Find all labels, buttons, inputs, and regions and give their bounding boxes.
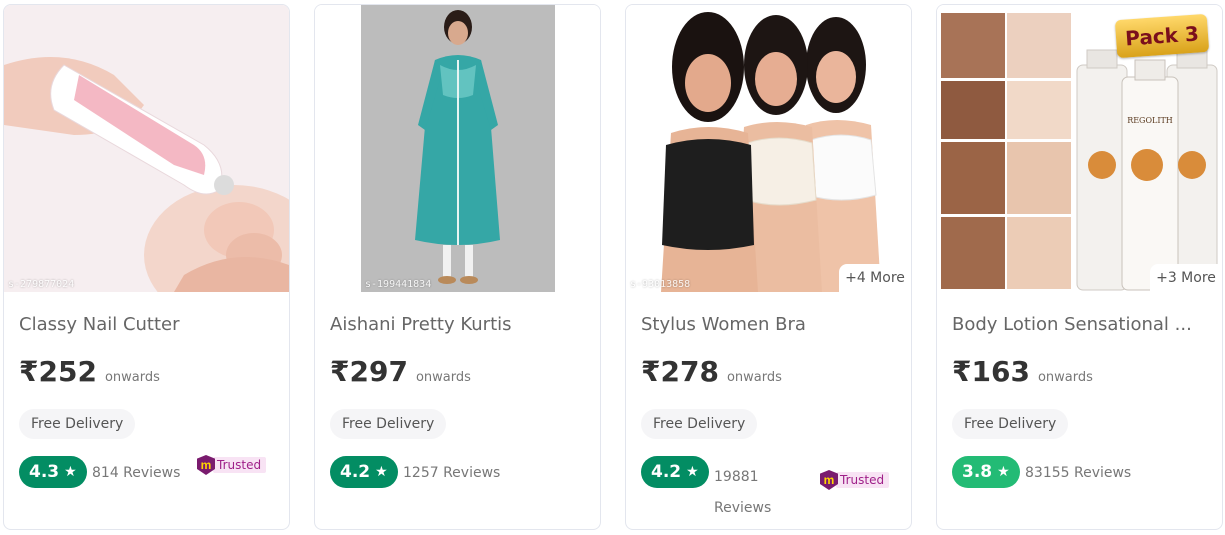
- rating-value: 4.2: [651, 462, 682, 482]
- trusted-label: Trusted: [213, 457, 267, 473]
- price-row: ₹297 onwards: [330, 355, 471, 388]
- price-onwards-label: onwards: [726, 370, 782, 385]
- star-icon: ★: [997, 464, 1010, 480]
- product-image[interactable]: s-93013858 +4 More: [626, 5, 911, 292]
- product-image[interactable]: s-199441834: [315, 5, 600, 292]
- free-delivery-badge: Free Delivery: [641, 409, 758, 439]
- rating-badge: 4.3 ★: [19, 456, 87, 488]
- product-image[interactable]: s-279877024: [4, 5, 289, 292]
- product-card[interactable]: s-93013858 +4 More Stylus Women Bra ₹278…: [625, 4, 912, 530]
- product-image[interactable]: REGOLITH Pack 3 +3 More: [937, 5, 1222, 292]
- product-price: ₹278: [641, 355, 719, 388]
- star-icon: ★: [64, 464, 77, 480]
- product-price: ₹252: [19, 355, 97, 388]
- trusted-badge: m Trusted: [197, 455, 267, 475]
- sku-watermark: s-199441834: [365, 279, 432, 290]
- price-row: ₹163 onwards: [952, 355, 1093, 388]
- free-delivery-badge: Free Delivery: [952, 409, 1069, 439]
- review-count: 1257 Reviews: [403, 465, 501, 481]
- review-count: 814 Reviews: [92, 465, 181, 481]
- free-delivery-badge: Free Delivery: [19, 409, 136, 439]
- more-variants-badge[interactable]: +3 More: [1150, 264, 1222, 292]
- rating-badge: 4.2 ★: [330, 456, 398, 488]
- product-card[interactable]: s-199441834 Aishani Pretty Kurtis ₹297 o…: [314, 4, 601, 530]
- rating-value: 3.8: [962, 462, 993, 482]
- price-onwards-label: onwards: [104, 370, 160, 385]
- product-title[interactable]: Aishani Pretty Kurtis: [330, 314, 590, 335]
- sku-watermark: s-93013858: [630, 279, 691, 290]
- product-title[interactable]: Stylus Women Bra: [641, 314, 901, 335]
- product-title[interactable]: Classy Nail Cutter: [19, 314, 279, 335]
- rating-value: 4.3: [29, 462, 60, 482]
- price-row: ₹252 onwards: [19, 355, 160, 388]
- trusted-label: Trusted: [836, 472, 890, 488]
- bottle-brand-label: REGOLITH: [1127, 116, 1173, 125]
- more-variants-badge[interactable]: +4 More: [839, 264, 911, 292]
- star-icon: ★: [375, 464, 388, 480]
- price-row: ₹278 onwards: [641, 355, 782, 388]
- rating-badge: 3.8 ★: [952, 456, 1020, 488]
- product-card[interactable]: s-279877024 Classy Nail Cutter ₹252 onwa…: [3, 4, 290, 530]
- price-onwards-label: onwards: [415, 370, 471, 385]
- review-count: 83155 Reviews: [1025, 465, 1132, 481]
- product-price: ₹163: [952, 355, 1030, 388]
- sku-watermark: s-279877024: [8, 279, 75, 290]
- review-count: 19881 Reviews: [714, 469, 772, 516]
- star-icon: ★: [686, 464, 699, 480]
- rating-value: 4.2: [340, 462, 371, 482]
- rating-badge: 4.2 ★: [641, 456, 709, 488]
- product-price: ₹297: [330, 355, 408, 388]
- price-onwards-label: onwards: [1037, 370, 1093, 385]
- free-delivery-badge: Free Delivery: [330, 409, 447, 439]
- product-title[interactable]: Body Lotion Sensational ...: [952, 314, 1212, 335]
- trusted-badge: m Trusted: [820, 470, 890, 490]
- product-card[interactable]: REGOLITH Pack 3 +3 More Body Lotion Sens…: [936, 4, 1223, 530]
- pack-of-3-badge: Pack 3: [1114, 13, 1210, 59]
